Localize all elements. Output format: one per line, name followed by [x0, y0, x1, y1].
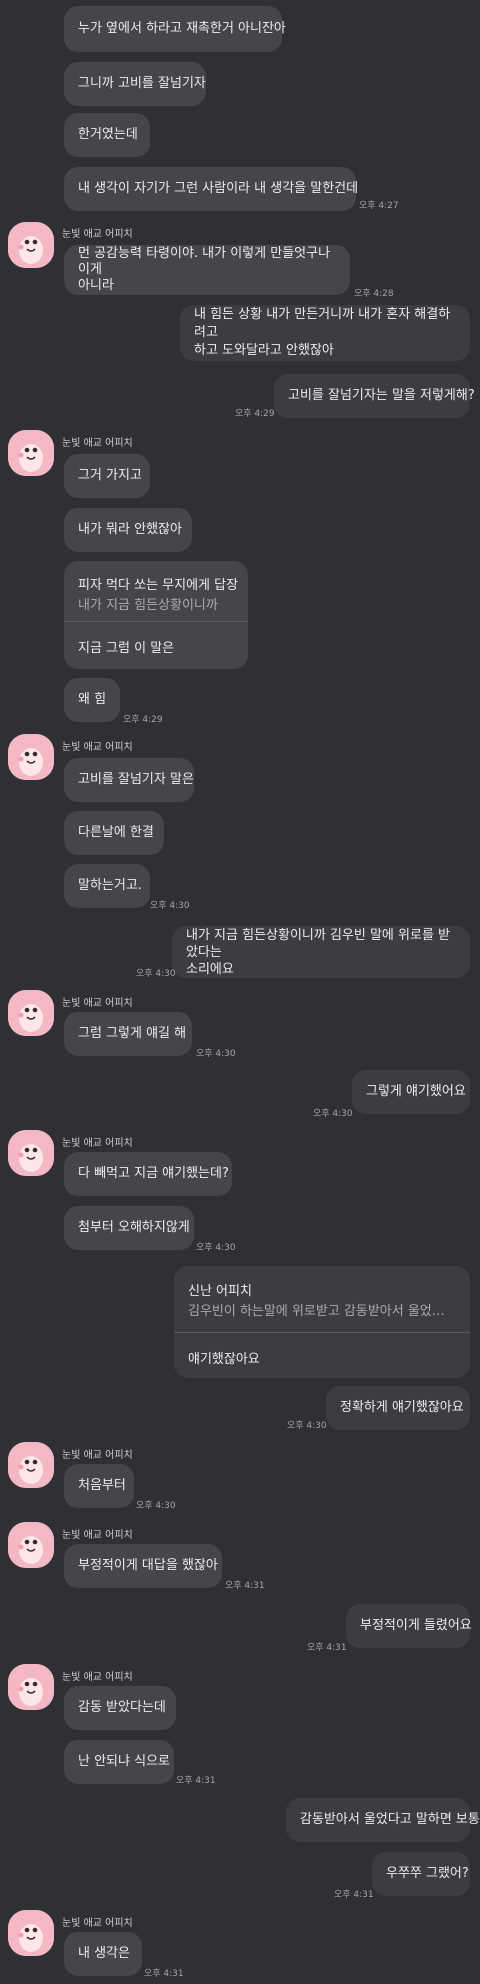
message-line: 먼 공감능력 타령이야. 내가 이렇게 만들엇구나 이게 — [78, 246, 331, 277]
avatar[interactable] — [8, 734, 54, 780]
message-bubble[interactable]: 그거 가지고 — [64, 454, 150, 498]
reply-quote: 내가 지금 힘든상황이니까 — [78, 598, 218, 613]
avatar[interactable] — [8, 1910, 54, 1956]
message-bubble[interactable]: 첨부터 오해하지않게 — [64, 1206, 194, 1250]
reply-quote: 김우빈이 하는말에 위로받고 감동받아서 울었… — [188, 1304, 445, 1319]
timestamp: 오후 4:30 — [196, 1049, 236, 1059]
message-bubble[interactable]: 고비를 잘넘기자는 말을 저렇게해? — [274, 374, 475, 418]
reply-divider — [64, 621, 248, 622]
reply-message[interactable]: 신난 어피치 김우빈이 하는말에 위로받고 감동받아서 울었… 얘기했잖아요 — [174, 1266, 470, 1378]
timestamp: 오후 4:30 — [313, 1109, 353, 1119]
sender-name: 눈빛 애교 어피치 — [62, 438, 133, 449]
message-line: 아니라 — [78, 278, 114, 293]
apeach-avatar-icon — [8, 222, 54, 268]
reply-message[interactable]: 피자 먹다 쏘는 무지에게 답장 내가 지금 힘든상황이니까 지금 그럼 이 말… — [64, 561, 248, 669]
avatar[interactable] — [8, 222, 54, 268]
message-bubble[interactable]: 다 빼먹고 지금 얘기했는데? — [64, 1152, 232, 1196]
message-line: 소리에요 — [186, 961, 234, 977]
message-line: 내가 지금 힘든상황이니까 김우빈 말에 위로를 받았다는 — [186, 927, 450, 960]
timestamp: 오후 4:29 — [123, 715, 163, 725]
timestamp: 오후 4:31 — [334, 1890, 374, 1900]
apeach-avatar-icon — [8, 990, 54, 1036]
timestamp: 오후 4:31 — [144, 1969, 184, 1979]
timestamp: 오후 4:31 — [307, 1643, 347, 1653]
message-bubble[interactable]: 내가 뭐라 안했잖아 — [64, 508, 192, 552]
avatar[interactable] — [8, 1664, 54, 1710]
avatar[interactable] — [8, 990, 54, 1036]
message-bubble[interactable]: 누가 옆에서 하라고 재촉한거 아니잔아 — [64, 6, 286, 52]
message-bubble[interactable]: 감동 받았다는데 — [64, 1686, 176, 1730]
sender-name: 눈빛 애교 어피치 — [62, 1138, 133, 1149]
timestamp: 오후 4:28 — [354, 289, 394, 299]
message-bubble[interactable]: 다른날에 한결 — [64, 811, 164, 855]
message-bubble[interactable]: 내 힘든 상황 내가 만든거니까 내가 혼자 해결하려고 하고 도와달라고 안했… — [180, 305, 470, 361]
message-bubble[interactable]: 내 생각이 자기가 그런 사람이라 내 생각을 말한건데 — [64, 167, 358, 211]
reply-title: 신난 어피치 — [188, 1284, 252, 1299]
message-line: 하고 도와달라고 안했잖아 — [194, 343, 334, 358]
sender-name: 눈빛 애교 어피치 — [62, 1918, 133, 1929]
message-bubble[interactable]: 그럼 그렇게 얘길 해 — [64, 1012, 192, 1056]
reply-title: 피자 먹다 쏘는 무지에게 답장 — [78, 578, 239, 593]
message-bubble[interactable]: 감동받아서 울었다고 말하면 보통 — [286, 1798, 480, 1842]
message-bubble[interactable]: 난 안되냐 식으로 — [64, 1740, 174, 1784]
timestamp: 오후 4:30 — [150, 901, 190, 911]
message-bubble[interactable]: 왜 힘 — [64, 678, 120, 722]
message-bubble[interactable]: 부정적이게 들렸어요 — [346, 1604, 472, 1648]
avatar[interactable] — [8, 1130, 54, 1176]
timestamp: 오후 4:30 — [287, 1421, 327, 1431]
message-bubble[interactable]: 처음부터 — [64, 1464, 134, 1508]
avatar[interactable] — [8, 1442, 54, 1488]
reply-divider — [174, 1332, 470, 1333]
message-bubble[interactable]: 한거였는데 — [64, 113, 150, 157]
timestamp: 오후 4:29 — [235, 409, 275, 419]
apeach-avatar-icon — [8, 1522, 54, 1568]
sender-name: 눈빛 애교 어피치 — [62, 1530, 133, 1541]
message-bubble[interactable]: 내 생각은 — [64, 1932, 142, 1976]
apeach-avatar-icon — [8, 1130, 54, 1176]
message-bubble[interactable]: 부정적이게 대답을 했잖아 — [64, 1544, 222, 1588]
timestamp: 오후 4:30 — [136, 969, 176, 979]
sender-name: 눈빛 애교 어피치 — [62, 229, 133, 240]
sender-name: 눈빛 애교 어피치 — [62, 1672, 133, 1683]
reply-text: 지금 그럼 이 말은 — [78, 641, 175, 656]
sender-name: 눈빛 애교 어피치 — [62, 998, 133, 1009]
apeach-avatar-icon — [8, 430, 54, 476]
apeach-avatar-icon — [8, 1442, 54, 1488]
apeach-avatar-icon — [8, 1910, 54, 1956]
reply-text: 얘기했잖아요 — [188, 1352, 260, 1367]
avatar[interactable] — [8, 430, 54, 476]
sender-name: 눈빛 애교 어피치 — [62, 1450, 133, 1461]
apeach-avatar-icon — [8, 1664, 54, 1710]
timestamp: 오후 4:31 — [176, 1776, 216, 1786]
message-bubble[interactable]: 말하는거고. — [64, 864, 150, 908]
message-bubble[interactable]: 그렇게 얘기했어요 — [352, 1070, 470, 1114]
message-bubble[interactable]: 고비를 잘넘기자 말은 — [64, 758, 194, 802]
timestamp: 오후 4:27 — [359, 201, 399, 211]
timestamp: 오후 4:30 — [196, 1243, 236, 1253]
timestamp: 오후 4:31 — [225, 1581, 265, 1591]
message-line: 내 힘든 상황 내가 만든거니까 내가 혼자 해결하려고 — [194, 307, 451, 340]
message-bubble[interactable]: 내가 지금 힘든상황이니까 김우빈 말에 위로를 받았다는 소리에요 — [172, 926, 470, 978]
message-bubble[interactable]: 우쭈쭈 그랬어? — [372, 1852, 470, 1896]
avatar[interactable] — [8, 1522, 54, 1568]
message-bubble[interactable]: 먼 공감능력 타령이야. 내가 이렇게 만들엇구나 이게 아니라 — [64, 245, 350, 295]
sender-name: 눈빛 애교 어피치 — [62, 742, 133, 753]
timestamp: 오후 4:30 — [136, 1501, 176, 1511]
message-bubble[interactable]: 정확하게 얘기했잖아요 — [326, 1386, 470, 1430]
message-bubble[interactable]: 그니까 고비를 잘넘기자 — [64, 62, 206, 106]
apeach-avatar-icon — [8, 734, 54, 780]
